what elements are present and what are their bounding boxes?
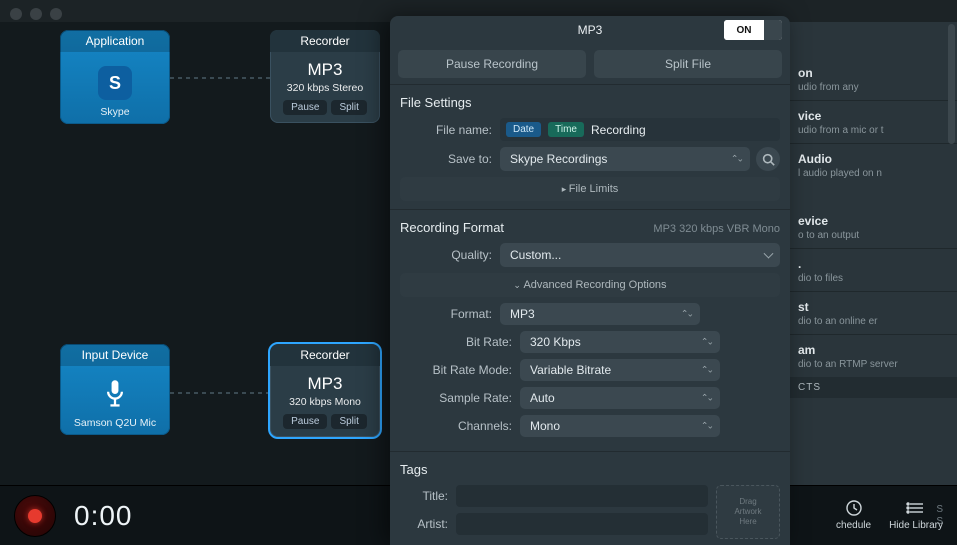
enable-toggle[interactable]: ON (724, 20, 782, 40)
format-label: Format: (400, 307, 500, 321)
advanced-options-toggle[interactable]: Advanced Recording Options (400, 273, 780, 297)
connector (170, 77, 270, 79)
connector (170, 392, 270, 394)
window-controls (10, 8, 62, 20)
tags-section: Tags Title: Artist: Drag Artwork Here (390, 451, 790, 545)
split-button[interactable]: Split (331, 414, 366, 429)
library-item[interactable]: Audiol audio played on n (788, 143, 957, 186)
microphone-icon (66, 374, 164, 417)
pause-button[interactable]: Pause (283, 100, 327, 115)
recorder-format: MP3 (276, 60, 374, 80)
split-button[interactable]: Split (331, 100, 366, 115)
recorder-format: MP3 (276, 374, 374, 394)
node-application[interactable]: Application S Skype (60, 30, 170, 124)
file-name-field[interactable]: Date Time (500, 118, 780, 141)
bitrate-label: Bit Rate: (400, 335, 520, 349)
hide-library-button[interactable]: Hide Library (889, 499, 943, 531)
section-title: Recording FormatMP3 320 kbps VBR Mono (400, 214, 780, 243)
recorder-detail: 320 kbps Mono (276, 396, 374, 408)
library-section-head: CTS (788, 377, 957, 398)
schedule-button[interactable]: chedule (836, 499, 871, 531)
library-item[interactable]: stdio to an online er (788, 291, 957, 334)
node-recorder-2[interactable]: Recorder MP3 320 kbps Mono Pause Split (270, 344, 380, 437)
tag-title-input[interactable] (456, 485, 708, 507)
save-to-label: Save to: (400, 152, 500, 166)
section-title: File Settings (400, 89, 780, 118)
tag-artist-input[interactable] (456, 513, 708, 535)
node-recorder-1[interactable]: Recorder MP3 320 kbps Stereo Pause Split (270, 30, 380, 123)
file-name-input[interactable] (591, 123, 774, 137)
panel-title: MP3 (578, 23, 603, 37)
date-token[interactable]: Date (506, 122, 541, 137)
quality-select[interactable]: Custom... (500, 243, 780, 267)
list-icon (905, 499, 927, 517)
samplerate-select[interactable]: Auto (520, 387, 720, 409)
close-dot[interactable] (10, 8, 22, 20)
file-name-label: File name: (400, 123, 500, 137)
bitrate-mode-label: Bit Rate Mode: (400, 363, 520, 377)
channels-label: Channels: (400, 419, 520, 433)
bitrate-select[interactable]: 320 Kbps (520, 331, 720, 353)
magnifier-icon (762, 153, 775, 166)
scrollbar[interactable] (948, 24, 955, 144)
minimize-dot[interactable] (30, 8, 42, 20)
node-head: Recorder (270, 344, 380, 366)
skype-icon: S (98, 66, 132, 100)
section-title: Tags (400, 456, 780, 485)
panel-header: MP3 ON (390, 16, 790, 44)
library-panel: onudio from any viceudio from a mic or t… (787, 22, 957, 485)
format-select[interactable]: MP3 (500, 303, 700, 325)
clock-icon (843, 499, 865, 517)
time-token[interactable]: Time (548, 122, 584, 137)
reveal-in-finder-button[interactable] (756, 147, 780, 171)
node-head: Application (60, 30, 170, 52)
tag-title-label: Title: (400, 489, 456, 503)
split-file-button[interactable]: Split File (594, 50, 782, 78)
samplerate-label: Sample Rate: (400, 391, 520, 405)
zoom-dot[interactable] (50, 8, 62, 20)
channels-select[interactable]: Mono (520, 415, 720, 437)
library-item[interactable]: viceudio from a mic or t (788, 100, 957, 143)
pause-recording-button[interactable]: Pause Recording (398, 50, 586, 78)
library-item[interactable]: onudio from any (788, 58, 957, 100)
save-to-select[interactable]: Skype Recordings (500, 147, 750, 171)
node-label: Skype (66, 106, 164, 118)
record-button[interactable] (14, 495, 56, 537)
library-item[interactable]: eviceo to an output (788, 206, 957, 248)
pause-button[interactable]: Pause (283, 414, 327, 429)
artwork-dropzone[interactable]: Drag Artwork Here (716, 485, 780, 539)
file-settings-section: File Settings File name: Date Time Save … (390, 84, 790, 209)
library-item[interactable]: amdio to an RTMP server (788, 334, 957, 377)
library-item[interactable]: .dio to files (788, 248, 957, 291)
recorder-detail: 320 kbps Stereo (276, 82, 374, 94)
node-head: Input Device (60, 344, 170, 366)
node-input-device[interactable]: Input Device Samson Q2U Mic (60, 344, 170, 435)
node-head: Recorder (270, 30, 380, 52)
file-limits-toggle[interactable]: File Limits (400, 177, 780, 201)
bitrate-mode-select[interactable]: Variable Bitrate (520, 359, 720, 381)
library-actions: chedule Hide Library (822, 485, 957, 545)
node-label: Samson Q2U Mic (66, 417, 164, 429)
quality-label: Quality: (400, 248, 500, 262)
recorder-settings-panel: MP3 ON Pause Recording Split File File S… (390, 16, 790, 545)
timer-display: 0:00 (74, 500, 133, 532)
format-summary: MP3 320 kbps VBR Mono (653, 223, 780, 235)
recording-format-section: Recording FormatMP3 320 kbps VBR Mono Qu… (390, 209, 790, 451)
tag-artist-label: Artist: (400, 517, 456, 531)
